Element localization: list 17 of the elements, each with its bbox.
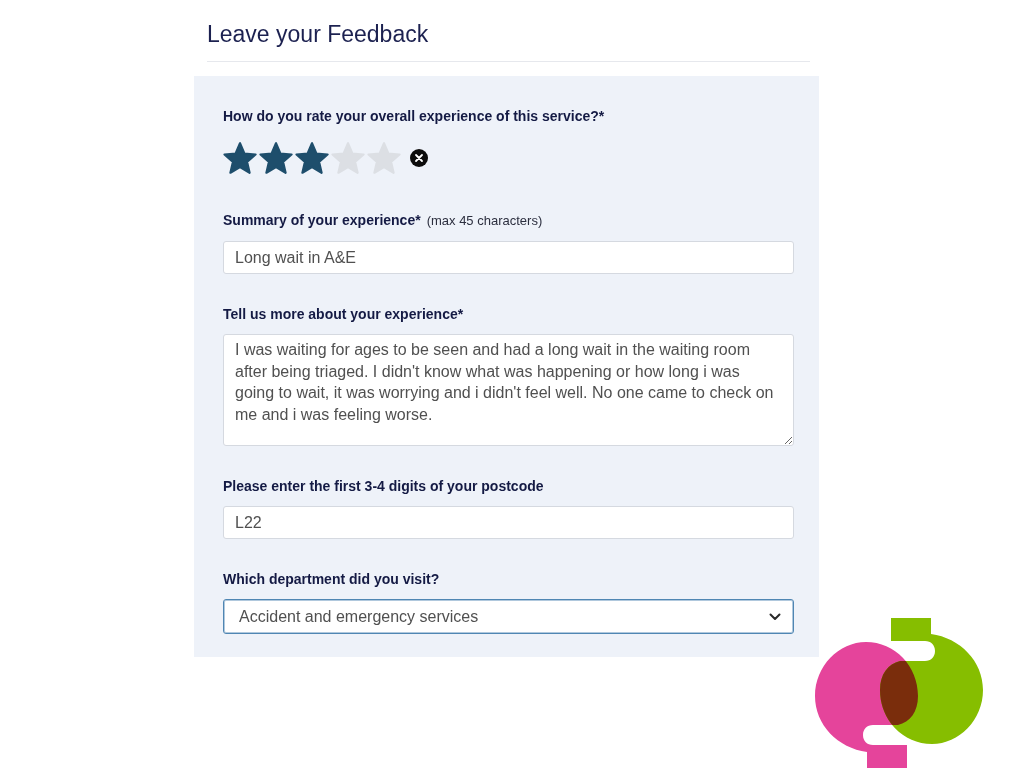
text-input[interactable]: Long wait in A&E xyxy=(223,241,794,274)
character-limit-hint: (max 45 characters) xyxy=(426,212,543,230)
star-rating[interactable] xyxy=(223,142,401,174)
star-icon[interactable] xyxy=(259,142,293,174)
star-icon[interactable] xyxy=(223,142,257,174)
page-title: Leave your Feedback xyxy=(207,20,430,48)
department-select[interactable]: Accident and emergency services xyxy=(223,599,794,634)
question-label: How do you rate your overall experience of this service?* xyxy=(223,107,605,125)
star-icon[interactable] xyxy=(295,142,329,174)
text-input[interactable]: L22 xyxy=(223,506,794,539)
clear-icon[interactable] xyxy=(410,149,428,167)
field-label: Please enter the first 3-4 digits of your postcode xyxy=(223,477,544,495)
text-area[interactable]: I was waiting for ages to be seen and had a long wait in the waiting room after being triaged. I didn't know what was happening or how long i was going to wait, it was worrying and i didn't feel well. No one came to check on me and i was feeling worse. xyxy=(223,334,794,446)
chevron-down-icon xyxy=(769,612,781,621)
field-label: Summary of your experience* xyxy=(223,211,421,229)
field-label: Which department did you visit? xyxy=(223,570,440,588)
field-label: Tell us more about your experience* xyxy=(223,305,464,323)
